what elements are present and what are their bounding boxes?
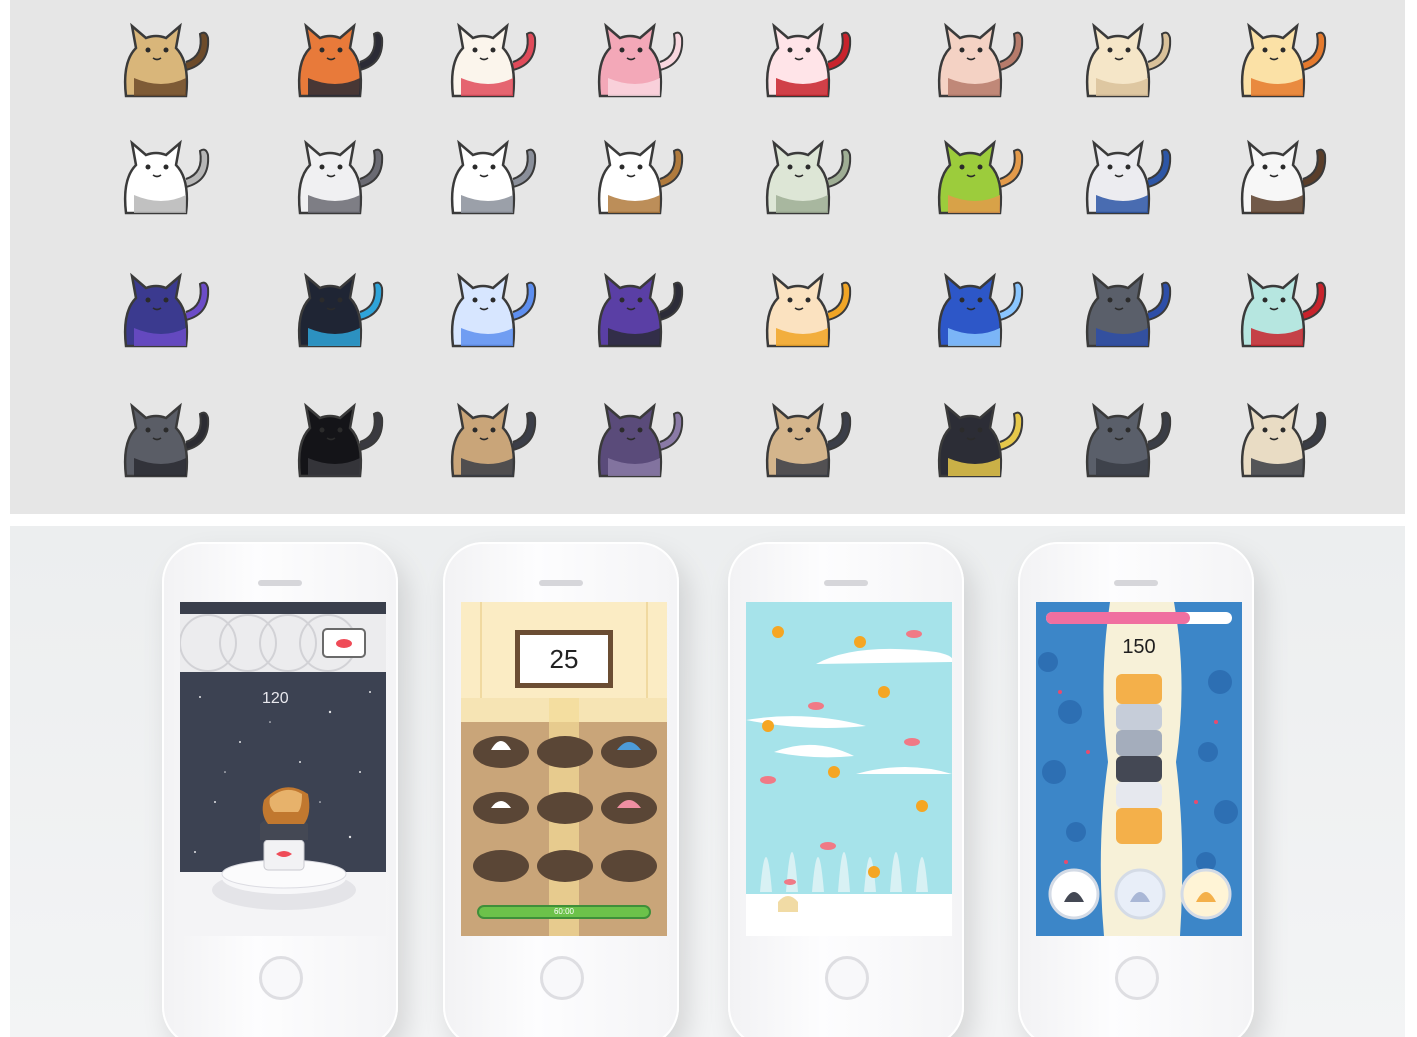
scuba-penguin-cat-sprite (282, 258, 392, 358)
fisherman-cat-sprite (1070, 258, 1180, 358)
home-button[interactable] (1115, 956, 1159, 1000)
curled-grey-cat-sprite (1070, 388, 1180, 488)
whack-score: 25 (549, 644, 579, 674)
phone-speaker (1114, 580, 1158, 586)
fox-businessman-cat-sprite (282, 8, 392, 108)
dancing-white-cat-sprite (108, 125, 218, 225)
pink-sakura-cat-sprite (582, 8, 692, 108)
sphynx-cat-sprite (922, 8, 1032, 108)
whack-a-cat-screen[interactable]: 25 60:00 (461, 602, 667, 936)
phone-falling-fish (728, 542, 964, 1037)
home-button[interactable] (540, 956, 584, 1000)
tabby-loaf-cat-sprite (582, 125, 692, 225)
statue-cat-sprite (750, 125, 860, 225)
sitting-cream-cat-sprite (1070, 8, 1180, 108)
box-cat-sprite (750, 388, 860, 488)
black-fluffy-cat-sprite (282, 388, 392, 488)
astronaut-cat-sprite (282, 125, 392, 225)
jiangshi-cat-sprite (922, 388, 1032, 488)
queen-cat-sprite (750, 8, 860, 108)
tower-score: 150 (1122, 636, 1156, 658)
phone-whack-a-cat: 25 60:00 (443, 542, 679, 1037)
ninja-headband-cat-sprite (1070, 125, 1180, 225)
sun-king-cat-sprite (1225, 8, 1335, 108)
stack-score: 120 (262, 690, 289, 707)
phone-speaker (258, 580, 302, 586)
sleeping-blue-cat-sprite (922, 258, 1032, 358)
fish-can-icon[interactable] (322, 628, 366, 658)
husky-cat-sprite (435, 125, 545, 225)
leopard-cat-sprite (108, 8, 218, 108)
ice-king-cat-sprite (1225, 258, 1335, 358)
falling-fish-screen[interactable] (746, 602, 952, 936)
falling-fish-scene (746, 602, 952, 936)
box-head-cat-sprite (435, 388, 545, 488)
phone-mockups: 120 25 60:00 150 (10, 526, 1405, 1037)
phone-tower-stack: 120 (162, 542, 398, 1037)
home-button[interactable] (825, 956, 869, 1000)
whack-timer: 60:00 (553, 907, 575, 916)
desk-worker-cat-sprite (922, 125, 1032, 225)
whack-score-board: 25 (515, 630, 613, 688)
ghost-spirit-cat-sprite (435, 258, 545, 358)
clown-cat-sprite (435, 8, 545, 108)
cat-sprite-sheet (10, 0, 1405, 514)
phone-cat-tower: 150 (1018, 542, 1254, 1037)
phone-speaker (824, 580, 868, 586)
witch-cat-sprite (582, 258, 692, 358)
eskimo-cat-sprite (1225, 388, 1335, 488)
mustache-grey-cat-sprite (108, 388, 218, 488)
shadow-mummy-cat-sprite (582, 388, 692, 488)
cat-tower-screen[interactable]: 150 (1036, 602, 1242, 936)
home-button[interactable] (259, 956, 303, 1000)
phone-speaker (539, 580, 583, 586)
tentacle-cat-sprite (108, 258, 218, 358)
surfer-cat-sprite (750, 258, 860, 358)
tower-stack-screen[interactable]: 120 (180, 602, 386, 936)
pirate-captain-cat-sprite (1225, 125, 1335, 225)
